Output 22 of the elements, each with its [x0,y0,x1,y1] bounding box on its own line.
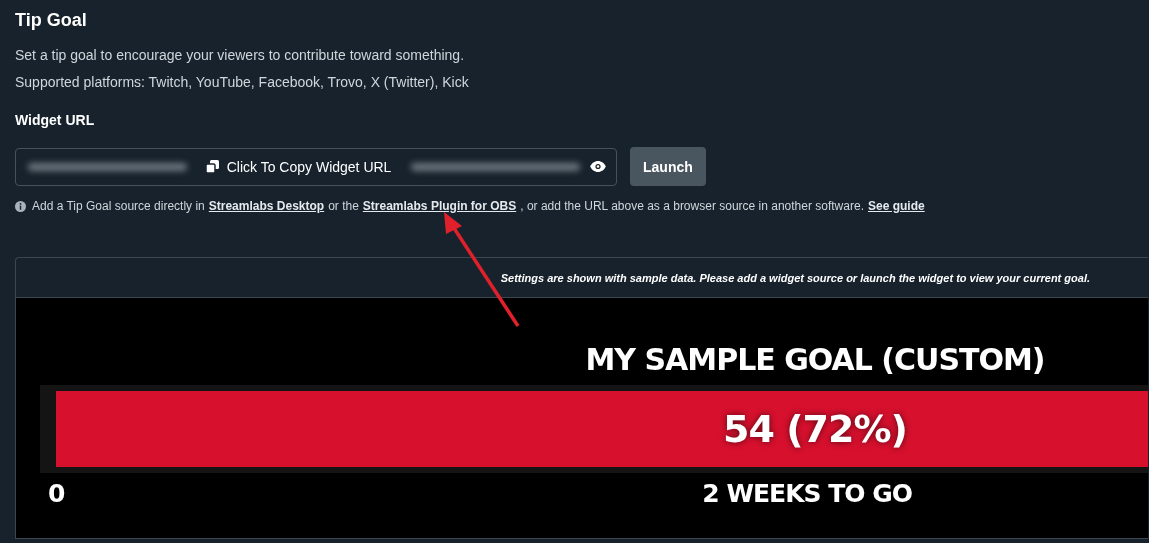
description-text: Supported platforms: Twitch, YouTube, Facebook, Trovo, X (Twitter), Kick [15,74,470,90]
note-text: Add a Tip Goal source directly in [32,199,205,213]
eye-icon [590,161,606,172]
note-text: or the [328,199,359,213]
guide-link[interactable]: Streamlabs Plugin for OBS [362,199,517,213]
description-text: Set a tip goal to encourage your viewers to contribute toward something. [15,47,466,63]
goal-amount: 54 (72%) [722,406,908,453]
launch-button[interactable]: Launch [630,147,706,186]
guide-link[interactable]: Streamlabs Desktop [208,199,325,213]
info-icon [15,200,26,212]
field-label: Widget URL [15,112,96,128]
url-field[interactable]: Click To Copy Widget URL [15,147,617,186]
goal-title: MY SAMPLE GOAL (CUSTOM) [584,342,1046,377]
sample-notice: Settings are shown with sample data. Please add a widget source or launch the widget to view your current goal. [500,271,1090,284]
goal-start: 0 [48,479,66,508]
time-left: 2 WEEKS TO GO [702,479,912,508]
guide-link[interactable]: See guide [867,199,925,213]
note-text: , or add the URL above as a browser source in another software. [520,199,864,213]
show-url-button[interactable] [590,161,606,172]
copy-icon [204,159,220,174]
page-title: Tip Goal [15,10,88,31]
copy-url-button[interactable]: Click To Copy Widget URL [204,158,392,175]
